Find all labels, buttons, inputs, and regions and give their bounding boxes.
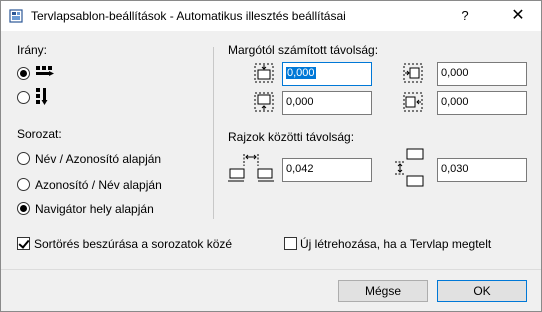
insert-breaks-label[interactable]: Sortörés beszúrása a sorozatok közé <box>34 237 232 251</box>
margin-right-icon <box>403 63 423 83</box>
series-name-id-radio[interactable] <box>17 152 30 165</box>
spacing-vertical-field[interactable]: 0,030 <box>437 158 527 182</box>
spacing-horizontal-field[interactable]: 0,042 <box>282 158 372 182</box>
create-new-label[interactable]: Új létrehozása, ha a Tervlap megtelt <box>300 237 491 251</box>
title-bar: Tervlapsablon-beállítások - Automatikus … <box>1 1 541 31</box>
series-navigator-label[interactable]: Navigátor hely alapján <box>35 202 154 216</box>
margin-bottom-icon <box>254 92 274 112</box>
ok-button[interactable]: OK <box>437 280 527 302</box>
direction-label: Irány: <box>17 43 48 57</box>
series-id-name-label[interactable]: Azonosító / Név alapján <box>35 178 162 192</box>
margin-right-value: 0,000 <box>441 67 469 79</box>
vertical-spacing-icon <box>395 148 424 187</box>
footer-separator <box>1 269 541 270</box>
horizontal-spacing-icon <box>228 154 274 182</box>
spacing-label: Rajzok közötti távolság: <box>228 130 355 144</box>
close-button[interactable]: ✕ <box>508 7 528 25</box>
spacing-vertical-value: 0,030 <box>441 163 469 175</box>
window-title: Tervlapsablon-beállítások - Automatikus … <box>31 9 346 23</box>
horizontal-order-icon[interactable] <box>35 65 55 79</box>
margin-top-value: 0,000 <box>286 67 316 79</box>
insert-breaks-checkbox[interactable] <box>17 237 30 250</box>
series-name-id-label[interactable]: Név / Azonosító alapján <box>35 152 161 166</box>
margin-bottom-value: 0,000 <box>286 96 314 108</box>
margin-left-icon <box>403 92 423 112</box>
cancel-button[interactable]: Mégse <box>338 280 428 302</box>
vertical-separator <box>213 47 214 219</box>
help-button[interactable]: ? <box>455 7 475 25</box>
series-id-name-radio[interactable] <box>17 178 30 191</box>
direction-vertical-radio[interactable] <box>17 91 30 104</box>
create-new-checkbox[interactable] <box>284 237 297 250</box>
margin-top-field[interactable]: 0,000 <box>282 62 372 86</box>
margin-top-icon <box>254 63 274 83</box>
series-label: Sorozat: <box>17 127 62 141</box>
layout-settings-icon <box>9 9 23 23</box>
margin-label: Margótól számított távolság: <box>228 43 379 57</box>
margin-bottom-field[interactable]: 0,000 <box>282 91 372 115</box>
direction-horizontal-radio[interactable] <box>17 67 30 80</box>
margin-left-field[interactable]: 0,000 <box>437 91 527 115</box>
spacing-horizontal-value: 0,042 <box>286 163 314 175</box>
dialog-window: Tervlapsablon-beállítások - Automatikus … <box>0 0 542 312</box>
series-navigator-radio[interactable] <box>17 202 30 215</box>
margin-right-field[interactable]: 0,000 <box>437 62 527 86</box>
margin-left-value: 0,000 <box>441 96 469 108</box>
vertical-order-icon[interactable] <box>35 87 51 107</box>
